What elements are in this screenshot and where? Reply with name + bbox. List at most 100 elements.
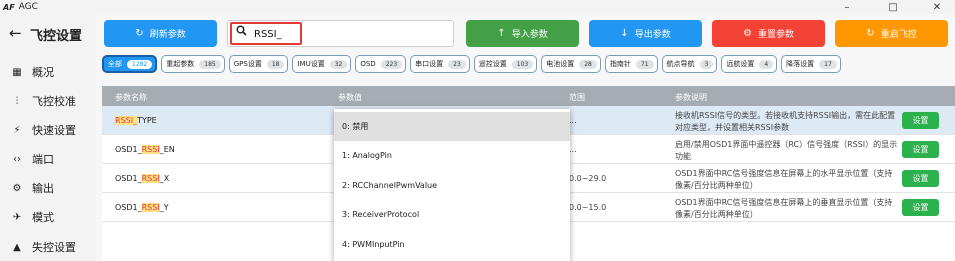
- header-range: 范围: [569, 93, 585, 102]
- sidebar-item-modes[interactable]: ✈ 模式: [10, 207, 54, 227]
- header-desc: 参数说明: [675, 93, 707, 102]
- import-params-button[interactable]: ↑ 导入参数: [466, 20, 579, 47]
- filter-chip-landing[interactable]: 降落设置 17: [781, 55, 841, 73]
- search-highlight-box: [230, 22, 302, 45]
- filter-label: 降落设置: [786, 60, 815, 68]
- filter-chip-serial[interactable]: 串口设置 23: [410, 55, 470, 73]
- filter-label: 电池设置: [546, 60, 575, 68]
- header-value: 参数值: [338, 93, 362, 102]
- filter-chip-waypoint[interactable]: 航点导航 3: [661, 55, 718, 73]
- filter-label: 串口设置: [415, 60, 444, 68]
- back-arrow-icon[interactable]: ←: [9, 24, 22, 42]
- restart-icon: ↻: [866, 28, 875, 39]
- window-title: AGC: [18, 2, 38, 12]
- sidebar-item-failsafe[interactable]: ▲ 失控设置: [10, 237, 76, 257]
- sidebar-item-label: 失控设置: [32, 241, 76, 254]
- table-header: 参数名称 参数值 范围 参数说明: [102, 86, 955, 106]
- param-name-rest: _EN: [159, 145, 175, 154]
- match-highlight: RSSI: [141, 174, 160, 183]
- grid-icon: ▦: [12, 66, 22, 78]
- app-logo: AF: [3, 2, 15, 12]
- filter-count-badge: 3: [699, 59, 714, 69]
- filter-label: 遥控设置: [478, 60, 507, 68]
- param-range: ...: [569, 116, 577, 125]
- param-desc: 启用/禁用OSD1界面中遥控器（RC）信号强度（RSSI）的显示功能: [675, 140, 898, 161]
- sidebar-item-calibration[interactable]: ⫶ 飞控校准: [10, 91, 76, 111]
- sidebar-item-quick-setup[interactable]: ⚡ 快速设置: [10, 120, 76, 140]
- import-params-label: 导入参数: [511, 30, 548, 40]
- filter-chip-compass[interactable]: 指南针 71: [604, 55, 658, 73]
- sidebar-item-overview[interactable]: ▦ 概况: [10, 62, 54, 82]
- match-highlight: RSSI: [141, 145, 160, 154]
- filter-chip-reboot[interactable]: 重起参数 185: [161, 55, 225, 73]
- filter-chip-battery[interactable]: 电池设置 28: [541, 55, 601, 73]
- reset-params-button[interactable]: ⚙ 重置参数: [712, 20, 825, 47]
- set-button[interactable]: 设置: [902, 141, 939, 158]
- dropdown-option[interactable]: 4: PWMInputPin: [334, 230, 570, 259]
- reboot-fc-button[interactable]: ↻ 重启飞控: [835, 20, 948, 47]
- dropdown-option[interactable]: 1: AnalogPin: [334, 141, 570, 170]
- header-name: 参数名称: [115, 93, 147, 102]
- page-title: 飞控设置: [30, 29, 83, 44]
- dropdown-option[interactable]: 0: 禁用: [334, 112, 570, 141]
- filter-count-badge: 18: [266, 59, 285, 69]
- filter-count-badge: 4: [759, 59, 774, 69]
- filter-label: OSD: [360, 60, 376, 68]
- dropdown-option[interactable]: 3: ReceiverProtocol: [334, 200, 570, 229]
- param-name-rest: _X: [159, 174, 170, 183]
- sidebar-item-label: 概况: [32, 66, 54, 79]
- dropdown-option[interactable]: 2: RCChannelPwmValue: [334, 171, 570, 200]
- param-name-prefix: OSD1_: [115, 203, 142, 212]
- param-name-prefix: OSD1_: [115, 145, 142, 154]
- filter-count-badge: 185: [199, 59, 221, 69]
- sidebar-item-output[interactable]: ⚙ 输出: [10, 178, 54, 198]
- param-desc: 接收机RSSI信号的类型。若接收机支持RSSI输出，需在此配置对应类型，并设置相…: [675, 111, 896, 132]
- plane-icon: ✈: [12, 211, 22, 223]
- settings-icon: ⚙: [743, 28, 752, 39]
- ports-icon: ‹›: [13, 153, 21, 165]
- category-filter-bar: 全部 1282 重起参数 185 GPS设置 18 IMU设置 32 OSD 223 串口…: [102, 55, 841, 73]
- param-desc: OSD1界面中RC信号强度信息在屏幕上的垂直显示位置（支持像素/百分比两种单位）: [675, 198, 893, 219]
- set-button[interactable]: 设置: [902, 112, 939, 129]
- sidebar-item-label: 模式: [32, 211, 54, 224]
- filter-count-badge: 223: [380, 59, 403, 69]
- filter-chip-imu[interactable]: IMU设置 32: [292, 55, 352, 73]
- set-button[interactable]: 设置: [902, 199, 939, 216]
- export-params-label: 导出参数: [634, 30, 671, 40]
- filter-chip-longrange[interactable]: 远航设置 4: [721, 55, 778, 73]
- minimize-button[interactable]: –: [832, 0, 862, 14]
- filter-label: 航点导航: [666, 60, 695, 68]
- title-bar: AF AGC – □ ✕: [0, 0, 955, 14]
- refresh-icon: ↻: [135, 28, 144, 39]
- filter-chip-all[interactable]: 全部 1282: [102, 55, 158, 73]
- param-range: ...: [569, 145, 577, 154]
- set-button[interactable]: 设置: [902, 170, 939, 187]
- match-highlight: RSSI: [141, 203, 160, 212]
- refresh-params-button[interactable]: ↻ 刷新参数: [104, 20, 217, 47]
- filter-chip-rc[interactable]: 遥控设置 103: [473, 55, 538, 73]
- filter-chip-osd[interactable]: OSD 223: [355, 55, 407, 73]
- filter-chip-gps[interactable]: GPS设置 18: [228, 55, 289, 73]
- close-button[interactable]: ✕: [922, 0, 952, 14]
- filter-count-badge: 32: [329, 59, 348, 69]
- gear-icon: ⚙: [12, 182, 22, 194]
- param-name-rest: _Y: [159, 203, 169, 212]
- reboot-fc-label: 重启飞控: [880, 30, 917, 40]
- arrow-up-icon: ↑: [497, 28, 506, 39]
- param-name: OSD1_RSSI_X: [115, 174, 169, 183]
- param-name: OSD1_RSSI_EN: [115, 145, 175, 154]
- maximize-button[interactable]: □: [878, 0, 908, 14]
- warning-icon: ▲: [13, 241, 21, 253]
- sidebar-item-ports[interactable]: ‹› 端口: [10, 149, 54, 169]
- filter-label: 全部: [108, 60, 122, 68]
- filter-count-badge: 28: [579, 59, 597, 69]
- bolt-icon: ⚡: [13, 124, 21, 136]
- arrow-down-icon: ↓: [620, 28, 629, 39]
- param-name-rest: TYPE: [137, 116, 157, 125]
- param-name: OSD1_RSSI_Y: [115, 203, 169, 212]
- filter-label: 重起参数: [166, 60, 195, 68]
- filter-label: GPS设置: [233, 60, 262, 68]
- export-params-button[interactable]: ↓ 导出参数: [589, 20, 702, 47]
- sidebar-item-label: 端口: [32, 153, 54, 166]
- reset-params-label: 重置参数: [757, 30, 794, 40]
